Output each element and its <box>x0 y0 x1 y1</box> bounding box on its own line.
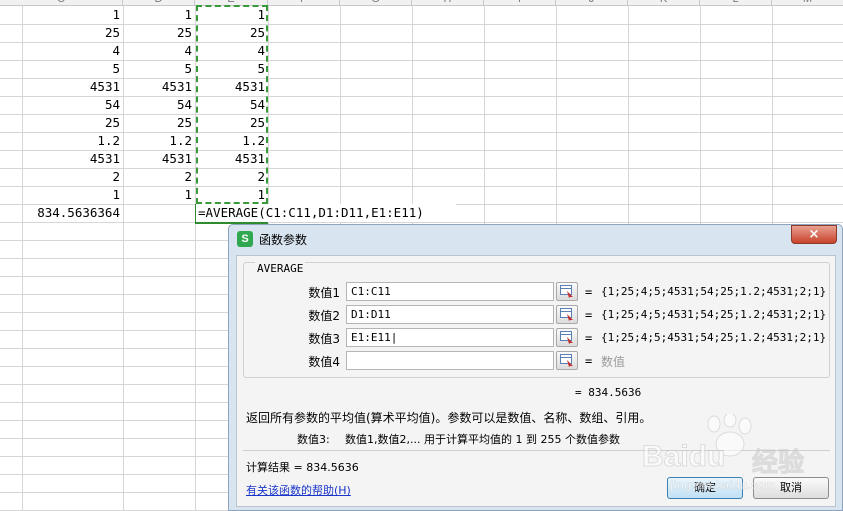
argument-input-4[interactable] <box>346 351 554 370</box>
collapse-range-button-3[interactable] <box>556 328 578 347</box>
cell-c2[interactable]: 25 <box>23 24 123 42</box>
calculation-result: 计算结果 = 834.5636 <box>246 461 359 474</box>
cell-c9[interactable]: 4531 <box>23 150 123 168</box>
dialog-titlebar[interactable]: S 函数参数 × <box>229 225 842 253</box>
baidu-jingyan-watermark: Baidu 经验 jingyan.baidu.com <box>640 412 840 502</box>
watermark-url: jingyan.baidu.com <box>670 478 776 493</box>
watermark-brand: Baidu <box>641 440 726 474</box>
cell-c8[interactable]: 1.2 <box>23 132 123 150</box>
watermark-service: 经验 <box>751 448 805 479</box>
cell-c12-average-result[interactable]: 834.5636364 <box>23 204 123 222</box>
cell-c1[interactable]: 1 <box>23 6 123 24</box>
column-header-l[interactable]: L <box>700 0 772 6</box>
argument-input-1[interactable]: C1:C11 <box>346 282 554 301</box>
cell-d8[interactable]: 1.2 <box>124 132 195 150</box>
function-result-value: = 834.5636 <box>575 386 642 399</box>
cell-c11[interactable]: 1 <box>23 186 123 204</box>
cell-d7[interactable]: 25 <box>124 114 195 132</box>
cell-c7[interactable]: 25 <box>23 114 123 132</box>
column-header-i[interactable]: I <box>484 0 556 6</box>
column-header-h[interactable]: H <box>412 0 484 6</box>
dialog-title: 函数参数 <box>259 233 308 247</box>
function-help-link[interactable]: 有关该函数的帮助(H) <box>246 482 351 498</box>
close-button[interactable]: × <box>791 225 837 244</box>
range-select-icon <box>560 354 573 367</box>
wps-app-icon: S <box>237 231 253 247</box>
cell-d11[interactable]: 1 <box>124 186 195 204</box>
column-header-j[interactable]: J <box>556 0 628 6</box>
equals-sign: = <box>585 308 593 322</box>
function-name-label: AVERAGE <box>255 262 306 275</box>
equals-sign: = <box>585 331 593 345</box>
equals-sign: = <box>585 285 593 299</box>
copy-selection-marquee <box>196 5 268 204</box>
cell-d4[interactable]: 5 <box>124 60 195 78</box>
range-select-icon <box>560 285 573 298</box>
cell-c6[interactable]: 54 <box>23 96 123 114</box>
cell-d6[interactable]: 54 <box>124 96 195 114</box>
cell-d1[interactable]: 1 <box>124 6 195 24</box>
range-select-icon <box>560 308 573 321</box>
collapse-range-button-1[interactable] <box>556 282 578 301</box>
cell-d10[interactable]: 2 <box>124 168 195 186</box>
collapse-range-button-4[interactable] <box>556 351 578 370</box>
argument-label-4: 数值4 <box>308 355 340 369</box>
argument-input-2[interactable]: D1:D11 <box>346 305 554 324</box>
cell-c4[interactable]: 5 <box>23 60 123 78</box>
collapse-range-button-2[interactable] <box>556 305 578 324</box>
equals-sign: = <box>585 354 593 368</box>
cell-c5[interactable]: 4531 <box>23 78 123 96</box>
cell-d2[interactable]: 25 <box>124 24 195 42</box>
column-header-g[interactable]: G <box>340 0 412 6</box>
argument-label-1: 数值1 <box>308 286 340 300</box>
grid-line <box>0 222 843 223</box>
cell-c3[interactable]: 4 <box>23 42 123 60</box>
argument-result-3: {1;25;4;5;4531;54;25;1.2;4531;2;1} <box>601 331 827 344</box>
argument-result-4: 数值 <box>601 355 626 369</box>
range-select-icon <box>560 331 573 344</box>
column-header-k[interactable]: K <box>628 0 700 6</box>
argument-result-2: {1;25;4;5;4531;54;25;1.2;4531;2;1} <box>601 308 827 321</box>
argument-label-2: 数值2 <box>308 309 340 323</box>
current-parameter-name: 数值3: <box>297 433 330 446</box>
cell-c10[interactable]: 2 <box>23 168 123 186</box>
cell-d3[interactable]: 4 <box>124 42 195 60</box>
function-description: 返回所有参数的平均值(算术平均值)。参数可以是数值、名称、数组、引用。 <box>246 411 652 425</box>
column-header-f[interactable]: F <box>268 0 340 6</box>
cell-d9[interactable]: 4531 <box>124 150 195 168</box>
argument-input-3[interactable]: E1:E11| <box>346 328 554 347</box>
formula-in-cell[interactable]: =AVERAGE(C1:C11,D1:D11,E1:E11) <box>196 204 456 222</box>
cell-d5[interactable]: 4531 <box>124 78 195 96</box>
column-header-m[interactable]: M <box>772 0 843 6</box>
argument-result-1: {1;25;4;5;4531;54;25;1.2;4531;2;1} <box>601 285 827 298</box>
argument-label-3: 数值3 <box>308 332 340 346</box>
current-parameter-description: 数值1,数值2,... 用于计算平均值的 1 到 255 个数值参数 <box>345 433 620 446</box>
